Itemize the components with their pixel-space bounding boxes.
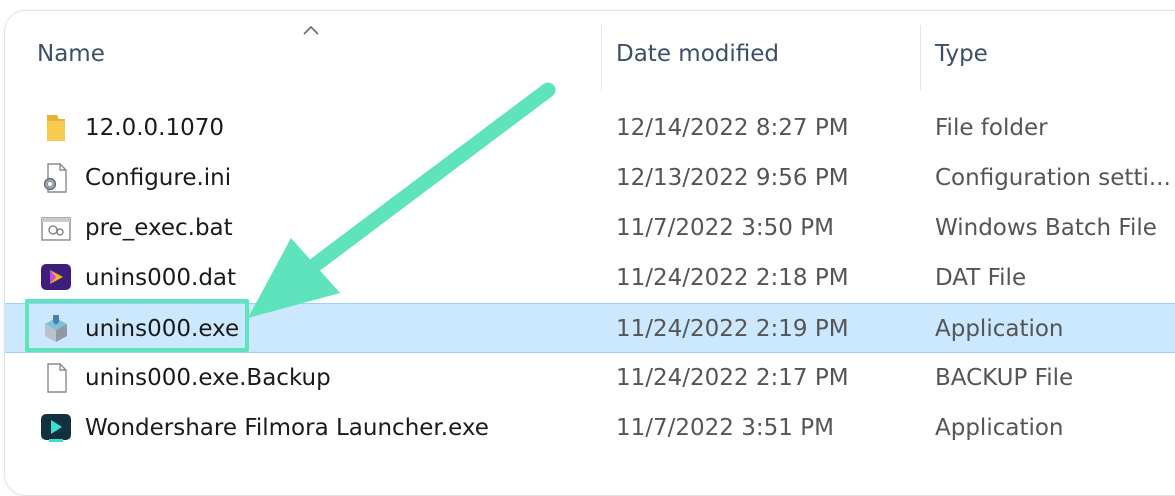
- file-name: Wondershare Filmora Launcher.exe: [85, 415, 489, 441]
- file-row[interactable]: pre_exec.bat 11/7/2022 3:50 PM Windows B…: [5, 203, 1175, 253]
- column-divider[interactable]: [920, 25, 921, 91]
- file-row[interactable]: Wondershare Filmora Launcher.exe 11/7/20…: [5, 403, 1175, 453]
- filmora-launcher-icon: [41, 414, 71, 442]
- batch-file-icon: [41, 217, 71, 241]
- file-row[interactable]: unins000.exe.Backup 11/24/2022 2:17 PM B…: [5, 353, 1175, 403]
- settings-file-icon: [43, 163, 67, 193]
- file-type: BACKUP File: [935, 365, 1074, 391]
- file-date: 11/7/2022 3:51 PM: [616, 415, 834, 441]
- file-name: Configure.ini: [85, 165, 232, 191]
- file-name: unins000.exe.Backup: [85, 365, 331, 391]
- file-date: 11/24/2022 2:17 PM: [616, 365, 849, 391]
- file-date: 11/7/2022 3:50 PM: [616, 215, 834, 241]
- file-date: 11/24/2022 2:19 PM: [616, 316, 849, 342]
- filmora-icon: [41, 264, 71, 290]
- blank-file-icon: [47, 363, 67, 393]
- file-date: 11/24/2022 2:18 PM: [616, 265, 849, 291]
- sort-ascending-icon[interactable]: [303, 25, 319, 35]
- column-divider[interactable]: [601, 25, 602, 91]
- file-name: 12.0.0.1070: [85, 115, 224, 141]
- file-name: pre_exec.bat: [85, 215, 233, 241]
- file-type: Windows Batch File: [935, 215, 1157, 241]
- file-list-pane: Name Date modified Type 12.0.0.1070 12/1…: [4, 10, 1175, 496]
- file-type: Configuration setti...: [935, 165, 1171, 191]
- file-type: DAT File: [935, 265, 1027, 291]
- file-type: Application: [935, 316, 1064, 342]
- column-header-type[interactable]: Type: [935, 41, 988, 67]
- file-row[interactable]: 12.0.0.1070 12/14/2022 8:27 PM File fold…: [5, 103, 1175, 153]
- file-row[interactable]: unins000.dat 11/24/2022 2:18 PM DAT File: [5, 253, 1175, 303]
- file-row[interactable]: Configure.ini 12/13/2022 9:56 PM Configu…: [5, 153, 1175, 203]
- file-type: Application: [935, 415, 1064, 441]
- file-type: File folder: [935, 115, 1048, 141]
- highlight-box: [25, 299, 249, 352]
- file-date: 12/14/2022 8:27 PM: [616, 115, 849, 141]
- file-name: unins000.dat: [85, 265, 237, 291]
- column-header-date-modified[interactable]: Date modified: [616, 41, 779, 67]
- column-header-name[interactable]: Name: [37, 41, 105, 67]
- folder-icon: [47, 115, 65, 141]
- file-date: 12/13/2022 9:56 PM: [616, 165, 849, 191]
